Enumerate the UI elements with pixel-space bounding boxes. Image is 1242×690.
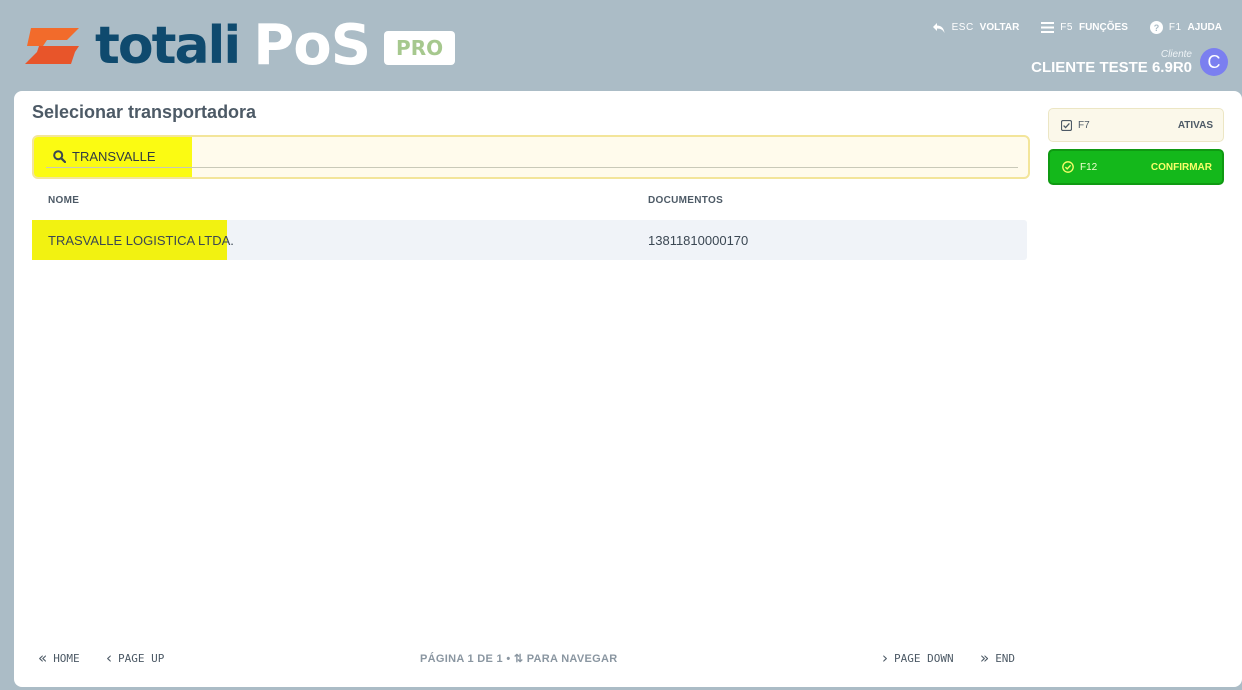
checkbox-icon	[1061, 119, 1072, 131]
column-header-nome[interactable]: NOME	[48, 195, 79, 206]
home-label: HOME	[53, 652, 80, 665]
confirmar-label: CONFIRMAR	[1150, 161, 1212, 173]
home-button[interactable]: « HOME	[38, 649, 80, 667]
funcoes-key: F5	[1060, 22, 1073, 33]
check-circle-icon	[1062, 161, 1074, 173]
page-indicator: PÁGINA 1 DE 1 • ⇅ PARA NAVEGAR	[420, 653, 618, 665]
cell-documento: 13811810000170	[648, 233, 749, 248]
logo-word-totali: totali	[95, 16, 241, 76]
end-label: END	[995, 652, 1016, 665]
confirmar-button[interactable]: F12 CONFIRMAR	[1048, 149, 1224, 185]
search-icon	[53, 150, 66, 163]
search-input[interactable]: TRANSVALLE	[72, 149, 156, 164]
funcoes-button[interactable]: F5 FUNÇÕES	[1041, 21, 1128, 34]
logo-word-pos: PoS	[253, 13, 371, 78]
page-down-button[interactable]: › PAGE DOWN	[882, 649, 954, 667]
menu-lines-icon	[1041, 22, 1055, 33]
confirmar-key: F12	[1080, 161, 1098, 173]
ativas-label: ATIVAS	[1177, 119, 1213, 131]
double-chevron-left-icon: «	[38, 649, 48, 667]
ativas-key-group: F7	[1061, 119, 1090, 131]
top-navigation: ESC VOLTAR F5 FUNÇÕES ? F1 AJUDA	[932, 21, 1222, 34]
cell-nome: TRASVALLE LOGISTICA LTDA.	[48, 233, 234, 248]
end-button[interactable]: » END	[980, 649, 1016, 667]
confirmar-key-group: F12	[1062, 161, 1097, 173]
funcoes-label: FUNÇÕES	[1078, 22, 1128, 33]
user-info[interactable]: Cliente CLIENTE TESTE 6.9R0 C	[1031, 48, 1228, 76]
brand-mark-icon	[25, 28, 79, 64]
ajuda-label: AJUDA	[1187, 22, 1222, 33]
main-panel: Selecionar transportadora TRANSVALLE NOM…	[14, 91, 1242, 687]
chevron-right-icon: ›	[882, 649, 888, 667]
user-text: Cliente CLIENTE TESTE 6.9R0	[1031, 49, 1192, 76]
column-header-documentos[interactable]: DOCUMENTOS	[648, 195, 723, 206]
page-title: Selecionar transportadora	[32, 102, 257, 122]
voltar-label: VOLTAR	[979, 22, 1020, 33]
page-down-label: PAGE DOWN	[894, 652, 954, 665]
ajuda-button[interactable]: ? F1 AJUDA	[1149, 21, 1222, 34]
voltar-key: ESC	[951, 22, 974, 33]
avatar[interactable]: C	[1200, 48, 1228, 76]
voltar-button[interactable]: ESC VOLTAR	[932, 21, 1020, 34]
user-name: CLIENTE TESTE 6.9R0	[1031, 58, 1192, 76]
double-chevron-right-icon: »	[980, 649, 990, 667]
ajuda-key: F1	[1168, 22, 1182, 33]
search-underline	[46, 167, 1018, 168]
undo-arrow-icon	[932, 22, 945, 33]
ativas-button[interactable]: F7 ATIVAS	[1048, 108, 1224, 142]
page-up-button[interactable]: ‹ PAGE UP	[106, 649, 165, 667]
pagination: « HOME ‹ PAGE UP PÁGINA 1 DE 1 • ⇅ PARA …	[14, 647, 1042, 667]
user-label: Cliente	[1160, 48, 1192, 60]
app-header: totali PoS PRO ESC VOLTAR F5 FUNÇÕES ? F…	[0, 0, 1242, 92]
help-circle-icon: ?	[1149, 21, 1163, 34]
totali-pos-logo: totali PoS PRO	[17, 13, 456, 78]
chevron-left-icon: ‹	[106, 649, 112, 667]
logo-pro-badge: PRO	[384, 31, 456, 65]
svg-text:?: ?	[1154, 23, 1160, 33]
page-up-label: PAGE UP	[118, 652, 165, 665]
table-row[interactable]: TRASVALLE LOGISTICA LTDA. 13811810000170	[32, 220, 1027, 260]
ativas-key: F7	[1078, 119, 1090, 131]
search-field[interactable]: TRANSVALLE	[32, 135, 1030, 179]
